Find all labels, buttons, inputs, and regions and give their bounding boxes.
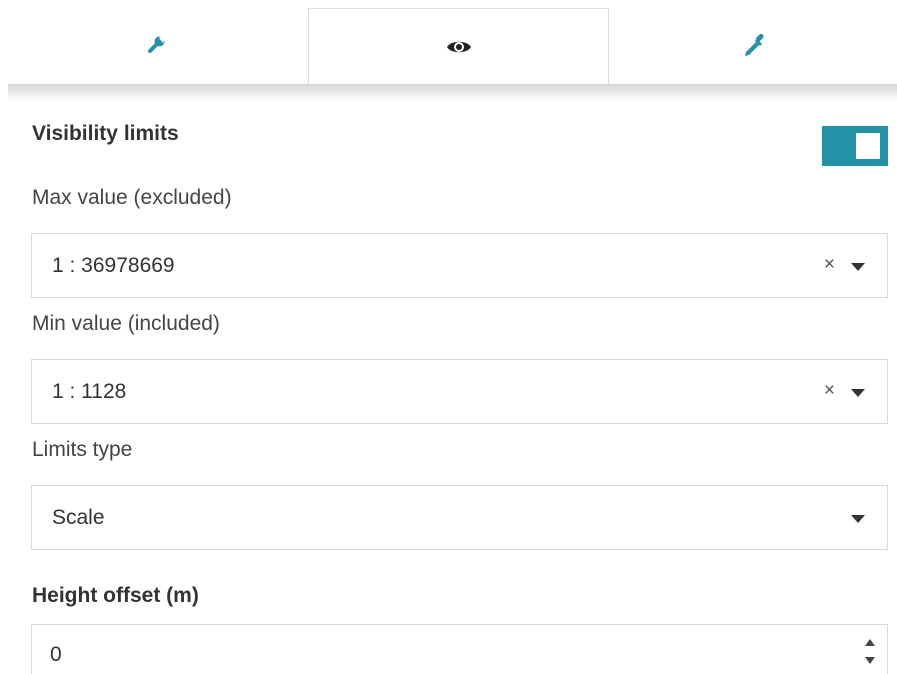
- wrench-icon: [146, 34, 170, 58]
- toggle-knob: [856, 133, 880, 159]
- tab-divider: [8, 84, 897, 102]
- eyedropper-icon: [742, 33, 768, 59]
- clear-icon[interactable]: ×: [824, 380, 835, 402]
- chevron-down-icon[interactable]: [851, 263, 865, 271]
- limits-type-select[interactable]: Scale: [31, 485, 888, 550]
- min-value-current: 1 : 1128: [52, 380, 127, 403]
- height-offset-label: Height offset (m): [32, 584, 199, 607]
- tab-settings[interactable]: [8, 8, 307, 84]
- chevron-down-icon[interactable]: [851, 389, 865, 397]
- limits-type-label: Limits type: [32, 438, 133, 461]
- chevron-down-icon[interactable]: [851, 515, 865, 523]
- clear-icon[interactable]: ×: [824, 254, 835, 276]
- tab-visibility[interactable]: [308, 8, 609, 84]
- visibility-toggle[interactable]: [822, 126, 888, 166]
- min-value-select[interactable]: 1 : 1128 ×: [31, 359, 888, 424]
- tab-bar: [0, 0, 897, 84]
- max-value-label: Max value (excluded): [32, 186, 232, 209]
- eye-icon: [446, 38, 472, 56]
- limits-type-current: Scale: [52, 506, 105, 529]
- section-title: Visibility limits: [32, 122, 179, 145]
- height-offset-input[interactable]: 0: [31, 624, 888, 674]
- height-offset-value: 0: [50, 643, 62, 666]
- tab-style[interactable]: [610, 8, 897, 84]
- spin-down-icon[interactable]: [865, 657, 875, 664]
- spin-up-icon[interactable]: [865, 639, 875, 646]
- min-value-label: Min value (included): [32, 312, 220, 335]
- max-value-current: 1 : 36978669: [52, 254, 175, 277]
- number-spinner[interactable]: [861, 629, 881, 673]
- max-value-select[interactable]: 1 : 36978669 ×: [31, 233, 888, 298]
